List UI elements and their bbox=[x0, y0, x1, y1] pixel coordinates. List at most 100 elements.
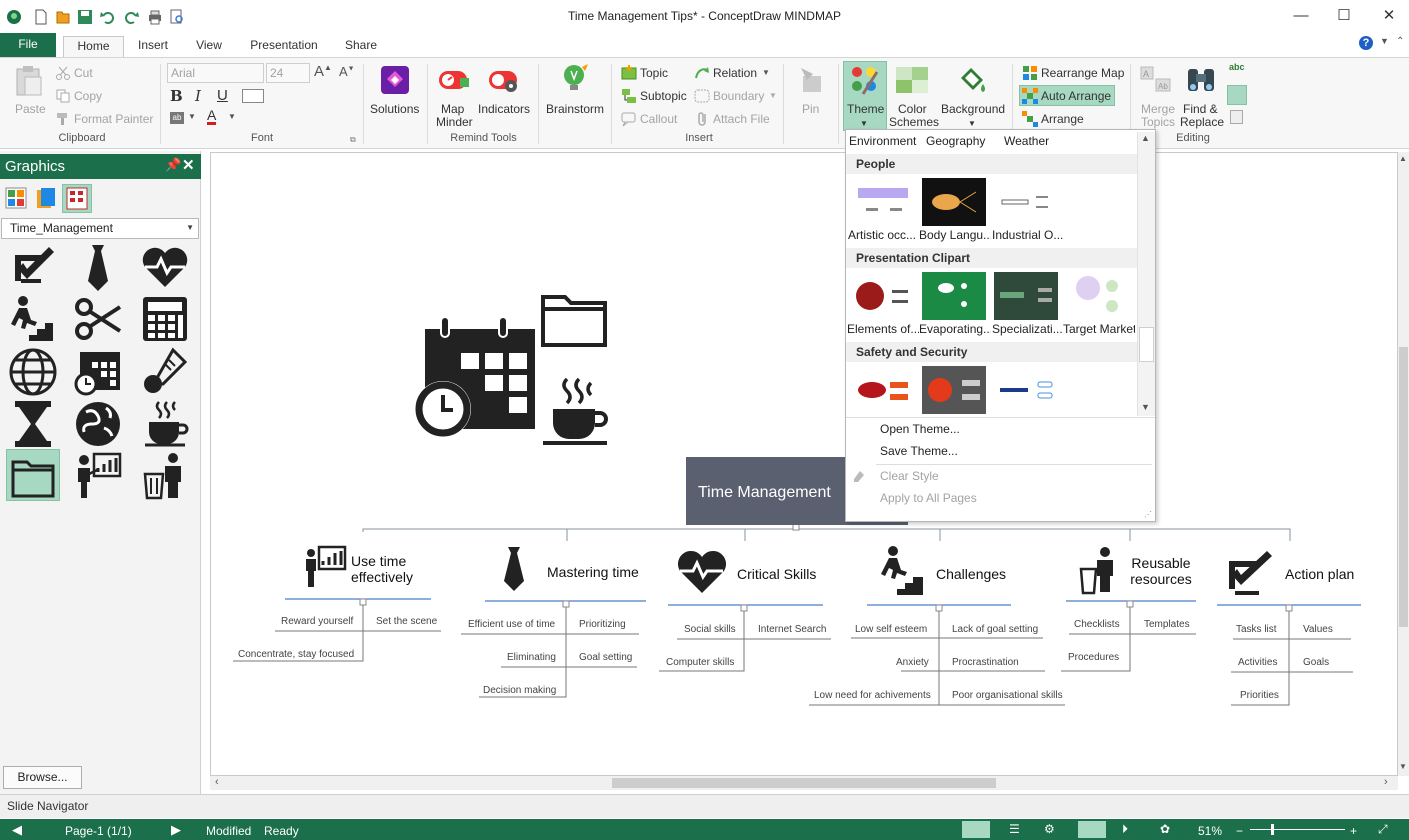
globe-icon[interactable] bbox=[7, 346, 59, 398]
zoom-out-icon[interactable]: − bbox=[1236, 824, 1243, 838]
theme-label-target-market[interactable]: Target Market bbox=[1063, 322, 1135, 336]
boundary-icon[interactable] bbox=[694, 88, 710, 107]
arrange-button[interactable]: Arrange bbox=[1041, 112, 1084, 126]
sub-goals[interactable]: Goals bbox=[1303, 657, 1329, 668]
horizontal-scrollbar[interactable]: ‹ › bbox=[210, 776, 1398, 790]
sub-values[interactable]: Values bbox=[1303, 624, 1333, 635]
sub-eliminating[interactable]: Eliminating bbox=[507, 652, 556, 663]
spell-options-icon[interactable] bbox=[1227, 85, 1247, 105]
sub-goal-setting[interactable]: Goal setting bbox=[579, 652, 632, 663]
sub-prioritizing[interactable]: Prioritizing bbox=[579, 619, 626, 630]
map-minder-icon[interactable] bbox=[438, 68, 470, 97]
font-family-select[interactable]: Arial bbox=[167, 63, 264, 83]
category-environment[interactable]: Environment bbox=[849, 134, 916, 148]
vertical-scrollbar[interactable]: ▲ ▼ bbox=[1398, 152, 1409, 776]
bold-button[interactable]: B bbox=[170, 87, 183, 105]
options-dropdown-icon[interactable]: ▼ bbox=[1380, 36, 1389, 46]
theme-label-specialization[interactable]: Specializati... bbox=[992, 322, 1064, 336]
theme-thumb-artistic[interactable] bbox=[852, 178, 916, 226]
shrink-font-icon[interactable]: A▼ bbox=[339, 64, 355, 79]
attach-file-icon[interactable] bbox=[696, 111, 710, 130]
maximize-button[interactable]: ☐ bbox=[1321, 4, 1367, 28]
sub-low-need-for-achivements[interactable]: Low need for achivements bbox=[814, 690, 931, 701]
theme-thumb-safety-1[interactable] bbox=[852, 366, 916, 414]
theme-thumb-evaporating[interactable] bbox=[922, 272, 986, 320]
subtopic-icon[interactable] bbox=[621, 88, 637, 107]
heartbeat-icon[interactable] bbox=[139, 241, 191, 293]
folder-illustration[interactable] bbox=[539, 289, 611, 349]
merge-topics-icon[interactable]: A Ab bbox=[1140, 66, 1172, 97]
sub-poor-organisational-skills[interactable]: Poor organisational skills bbox=[952, 690, 1063, 701]
sub-computer-skills[interactable]: Computer skills bbox=[666, 657, 734, 668]
sub-lack-of-goal-setting[interactable]: Lack of goal setting bbox=[952, 624, 1038, 635]
vertical-scroll-thumb[interactable] bbox=[1399, 347, 1408, 627]
scroll-up-icon[interactable]: ▲ bbox=[1399, 154, 1407, 163]
settings-icon[interactable]: ✿ bbox=[1160, 822, 1170, 836]
zoom-in-icon[interactable]: + bbox=[1350, 824, 1357, 838]
paste-icon[interactable] bbox=[15, 65, 43, 100]
sub-procedures[interactable]: Procedures bbox=[1068, 652, 1119, 663]
checklist-pen-icon[interactable] bbox=[7, 241, 59, 293]
theme-scroll-down-icon[interactable]: ▼ bbox=[1141, 402, 1150, 412]
solutions-button[interactable]: Solutions bbox=[370, 102, 419, 116]
theme-label-industrial[interactable]: Industrial O... bbox=[992, 228, 1064, 242]
sub-social-skills[interactable]: Social skills bbox=[684, 624, 736, 635]
calendar-clock-illustration[interactable] bbox=[413, 315, 543, 443]
presentation-view-icon[interactable] bbox=[1078, 821, 1106, 838]
background-button[interactable]: Background bbox=[941, 102, 1005, 116]
browse-button[interactable]: Browse... bbox=[3, 766, 82, 789]
help-icon[interactable]: ? bbox=[1359, 36, 1373, 50]
attach-file-button[interactable]: Attach File bbox=[713, 112, 770, 126]
boundary-button[interactable]: Boundary bbox=[713, 89, 764, 103]
close-window-button[interactable]: ✕ bbox=[1366, 4, 1409, 28]
theme-icon[interactable] bbox=[849, 64, 881, 99]
branch-action-plan[interactable]: Action plan bbox=[1285, 566, 1365, 582]
color-schemes-label-2[interactable]: Schemes bbox=[889, 115, 939, 129]
open-theme-menu-item[interactable]: Open Theme... bbox=[880, 422, 960, 436]
scissors-icon[interactable] bbox=[72, 293, 124, 345]
tab-share[interactable]: Share bbox=[338, 36, 384, 57]
save-theme-menu-item[interactable]: Save Theme... bbox=[880, 444, 958, 458]
minimize-button[interactable]: — bbox=[1278, 4, 1324, 28]
sub-anxiety[interactable]: Anxiety bbox=[896, 657, 929, 668]
tab-insert[interactable]: Insert bbox=[130, 36, 176, 57]
sub-low-self-esteem[interactable]: Low self esteem bbox=[855, 624, 927, 635]
branch-challenges[interactable]: Challenges bbox=[936, 566, 1026, 582]
relation-icon[interactable] bbox=[694, 65, 710, 84]
font-size-select[interactable]: 24 bbox=[266, 63, 310, 83]
sub-priorities[interactable]: Priorities bbox=[1240, 690, 1279, 701]
rearrange-map-icon[interactable] bbox=[1022, 65, 1038, 84]
font-color-button[interactable]: A bbox=[207, 108, 217, 125]
sub-templates[interactable]: Templates bbox=[1144, 619, 1190, 630]
outline-view-icon[interactable]: ☰ bbox=[1009, 822, 1020, 836]
font-color-dropdown-icon[interactable]: ▼ bbox=[228, 112, 236, 121]
merge-topics-label-2[interactable]: Topics bbox=[1141, 115, 1175, 129]
collapse-ribbon-icon[interactable]: ⌃ bbox=[1396, 36, 1404, 47]
pin-button[interactable]: Pin bbox=[802, 102, 819, 116]
sub-decision-making[interactable]: Decision making bbox=[483, 685, 556, 696]
format-painter-button[interactable]: Format Painter bbox=[74, 112, 153, 126]
zoom-slider-handle[interactable] bbox=[1271, 824, 1274, 835]
callout-button[interactable]: Callout bbox=[640, 112, 677, 126]
align-menu-icon[interactable] bbox=[242, 89, 264, 103]
find-replace-label-2[interactable]: Replace bbox=[1180, 115, 1224, 129]
cut-button[interactable]: Cut bbox=[74, 66, 93, 80]
trash-person-icon[interactable] bbox=[139, 450, 191, 502]
subtopic-button[interactable]: Subtopic bbox=[640, 89, 687, 103]
scroll-right-icon[interactable]: › bbox=[1384, 776, 1388, 788]
cut-icon[interactable] bbox=[56, 66, 70, 83]
sub-reward-yourself[interactable]: Reward yourself bbox=[281, 616, 353, 627]
coffee-cup-illustration[interactable] bbox=[539, 375, 611, 450]
horizontal-scroll-thumb[interactable] bbox=[612, 778, 996, 788]
brainstorm-icon[interactable] bbox=[560, 63, 590, 100]
solutions-icon[interactable] bbox=[380, 65, 410, 98]
merge-topics-label-1[interactable]: Merge bbox=[1141, 102, 1175, 116]
auto-arrange-button[interactable]: Auto Arrange bbox=[1041, 89, 1111, 103]
category-weather[interactable]: Weather bbox=[1004, 134, 1049, 148]
play-slideshow-icon[interactable]: ⏵ bbox=[1122, 822, 1128, 837]
clear-style-menu-item[interactable]: Clear Style bbox=[880, 469, 939, 483]
theme-dropdown-icon[interactable]: ▼ bbox=[860, 119, 868, 128]
tab-file[interactable]: File bbox=[0, 33, 56, 57]
theme-thumb-safety-2[interactable] bbox=[922, 366, 986, 414]
folder-icon[interactable] bbox=[7, 450, 59, 502]
